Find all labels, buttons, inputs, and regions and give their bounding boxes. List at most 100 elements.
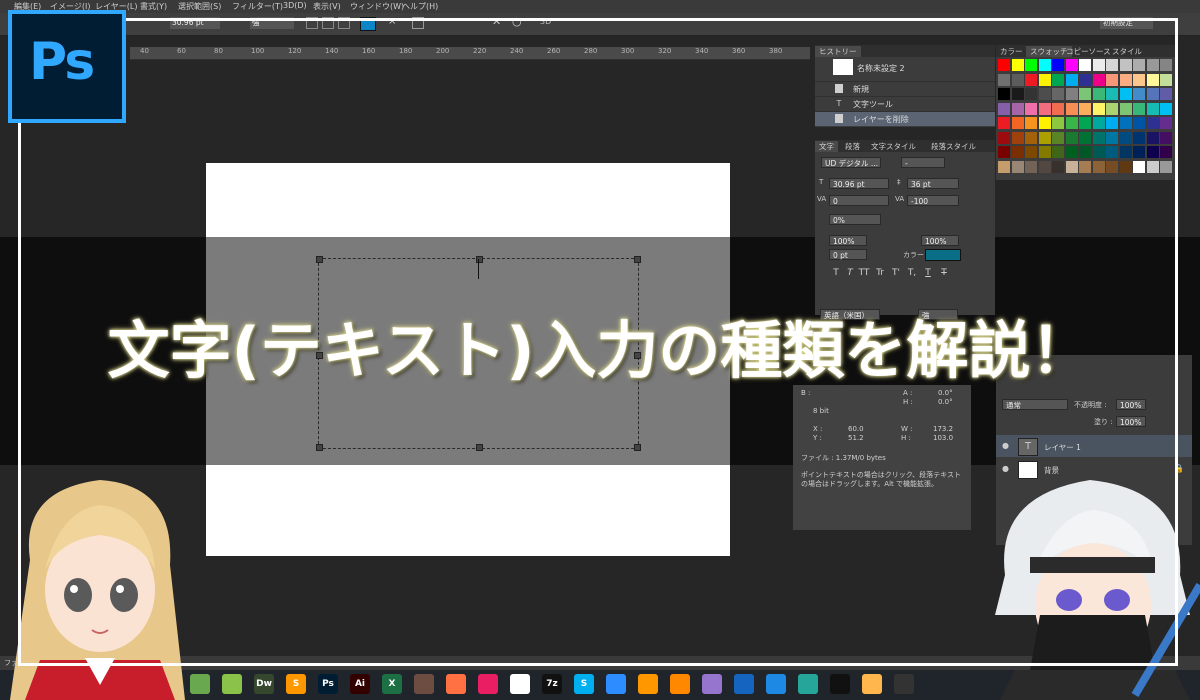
- superscript-button[interactable]: T': [890, 268, 902, 278]
- faux-bold-button[interactable]: T: [830, 268, 842, 278]
- color-swatch[interactable]: [1146, 59, 1159, 71]
- color-swatch[interactable]: [1106, 88, 1118, 100]
- color-swatch[interactable]: [1025, 73, 1037, 86]
- record-taskbar-icon[interactable]: [830, 674, 850, 694]
- color-swatch[interactable]: [1133, 146, 1145, 158]
- menu-help[interactable]: ヘルプ(H): [402, 1, 438, 12]
- tab-character-style[interactable]: 文字スタイル: [867, 141, 920, 152]
- strikethrough-button[interactable]: T: [938, 268, 950, 278]
- color-swatch[interactable]: [1038, 117, 1051, 129]
- color-swatch[interactable]: [1133, 59, 1145, 71]
- color-swatch[interactable]: [1092, 160, 1105, 173]
- color-swatch[interactable]: [1146, 88, 1159, 100]
- color-swatch[interactable]: [1038, 160, 1051, 173]
- tab-paragraph-style[interactable]: 段落スタイル: [927, 141, 980, 152]
- color-swatch[interactable]: [1092, 73, 1105, 86]
- snapshot-thumbnail[interactable]: [833, 59, 853, 75]
- text-color-swatch[interactable]: [360, 17, 376, 31]
- color-swatch[interactable]: [1133, 102, 1145, 115]
- fill-field[interactable]: 100%: [1116, 416, 1146, 427]
- cancel-icon[interactable]: ✕: [492, 15, 501, 28]
- color-swatch[interactable]: [998, 146, 1010, 158]
- menu-window[interactable]: ウィンドウ(W): [350, 1, 404, 12]
- color-swatch[interactable]: [1052, 146, 1064, 158]
- color-swatch[interactable]: [1106, 59, 1118, 71]
- faux-italic-button[interactable]: T: [844, 268, 856, 278]
- layer-row[interactable]: ● T レイヤー 1: [996, 435, 1192, 457]
- align-center-button[interactable]: [322, 17, 334, 29]
- kerning-field[interactable]: 0: [829, 195, 889, 206]
- skype-taskbar-icon[interactable]: S: [574, 674, 594, 694]
- tool-taskbar-icon[interactable]: [702, 674, 722, 694]
- handle-tl[interactable]: [316, 256, 323, 263]
- font-size-field[interactable]: 30.96 pt: [829, 178, 889, 189]
- handle-tr[interactable]: [634, 256, 641, 263]
- color-swatch[interactable]: [1038, 131, 1051, 144]
- color-swatch[interactable]: [1119, 59, 1132, 71]
- color-swatch[interactable]: [1092, 146, 1105, 158]
- color-swatch[interactable]: [1106, 146, 1118, 158]
- vlc-taskbar-icon[interactable]: [670, 674, 690, 694]
- globe-taskbar-icon[interactable]: [766, 674, 786, 694]
- all-caps-button[interactable]: TT: [858, 268, 870, 278]
- color-swatch[interactable]: [1065, 131, 1078, 144]
- color-swatch[interactable]: [998, 117, 1010, 129]
- color-swatch[interactable]: [1025, 88, 1037, 100]
- menu-type[interactable]: 書式(Y): [140, 1, 167, 12]
- color-swatch[interactable]: [1011, 146, 1024, 158]
- color-swatch[interactable]: [1079, 117, 1091, 129]
- color-swatch[interactable]: [1065, 88, 1078, 100]
- align-left-button[interactable]: [306, 17, 318, 29]
- game-taskbar-icon[interactable]: [222, 674, 242, 694]
- color-swatch[interactable]: [998, 88, 1010, 100]
- color-swatch[interactable]: [998, 102, 1010, 115]
- 3d-label[interactable]: 3D: [540, 17, 551, 26]
- tab-history[interactable]: ヒストリー: [815, 46, 861, 57]
- handle-bl[interactable]: [316, 444, 323, 451]
- 7zip-taskbar-icon[interactable]: 7z: [542, 674, 562, 694]
- antialias-select[interactable]: 強: [250, 17, 294, 29]
- menu-filter[interactable]: フィルター(T): [232, 1, 283, 12]
- color-swatch[interactable]: [1160, 73, 1172, 86]
- color-swatch[interactable]: [1160, 131, 1172, 144]
- color-swatch[interactable]: [998, 160, 1010, 173]
- paint-taskbar-icon[interactable]: [510, 674, 530, 694]
- tracking-field[interactable]: -100: [907, 195, 959, 206]
- history-item[interactable]: 新規: [815, 81, 995, 96]
- color-swatch[interactable]: [1146, 146, 1159, 158]
- color-swatch[interactable]: [1106, 102, 1118, 115]
- color-swatch[interactable]: [1079, 146, 1091, 158]
- color-swatch[interactable]: [1052, 88, 1064, 100]
- small-caps-button[interactable]: Tr: [874, 268, 886, 278]
- color-swatch[interactable]: [1025, 102, 1037, 115]
- tsume-field[interactable]: 0%: [829, 214, 881, 225]
- color-swatch[interactable]: [1119, 117, 1132, 129]
- color-swatch[interactable]: [1052, 117, 1064, 129]
- color-swatch[interactable]: [1079, 73, 1091, 86]
- color-swatch[interactable]: [1038, 73, 1051, 86]
- color-swatch[interactable]: [1065, 160, 1078, 173]
- color-swatch[interactable]: [1038, 146, 1051, 158]
- character-color-swatch[interactable]: [925, 249, 961, 261]
- color-swatch[interactable]: [1011, 160, 1024, 173]
- color-swatch[interactable]: [1119, 73, 1132, 86]
- color-swatch[interactable]: [1146, 102, 1159, 115]
- color-swatch[interactable]: [1079, 59, 1091, 71]
- color-swatch[interactable]: [1025, 160, 1037, 173]
- eye-icon[interactable]: ●: [1002, 441, 1009, 450]
- color-swatch[interactable]: [1160, 102, 1172, 115]
- color-swatch[interactable]: [1160, 59, 1172, 71]
- illustrator-taskbar-icon[interactable]: Ai: [350, 674, 370, 694]
- color-swatch[interactable]: [998, 73, 1010, 86]
- align-right-button[interactable]: [338, 17, 350, 29]
- color-swatch[interactable]: [1106, 131, 1118, 144]
- color-swatch[interactable]: [1106, 117, 1118, 129]
- photoshop-taskbar-icon[interactable]: Ps: [318, 674, 338, 694]
- font-size-select[interactable]: 30.96 pt: [170, 17, 220, 29]
- history-item[interactable]: T 文字ツール: [815, 96, 995, 111]
- color-swatch[interactable]: [1011, 88, 1024, 100]
- vertical-scale-field[interactable]: 100%: [829, 235, 867, 246]
- font-family-select[interactable]: UD デジタル ...: [821, 157, 881, 168]
- color-swatch[interactable]: [1011, 131, 1024, 144]
- color-swatch[interactable]: [1011, 73, 1024, 86]
